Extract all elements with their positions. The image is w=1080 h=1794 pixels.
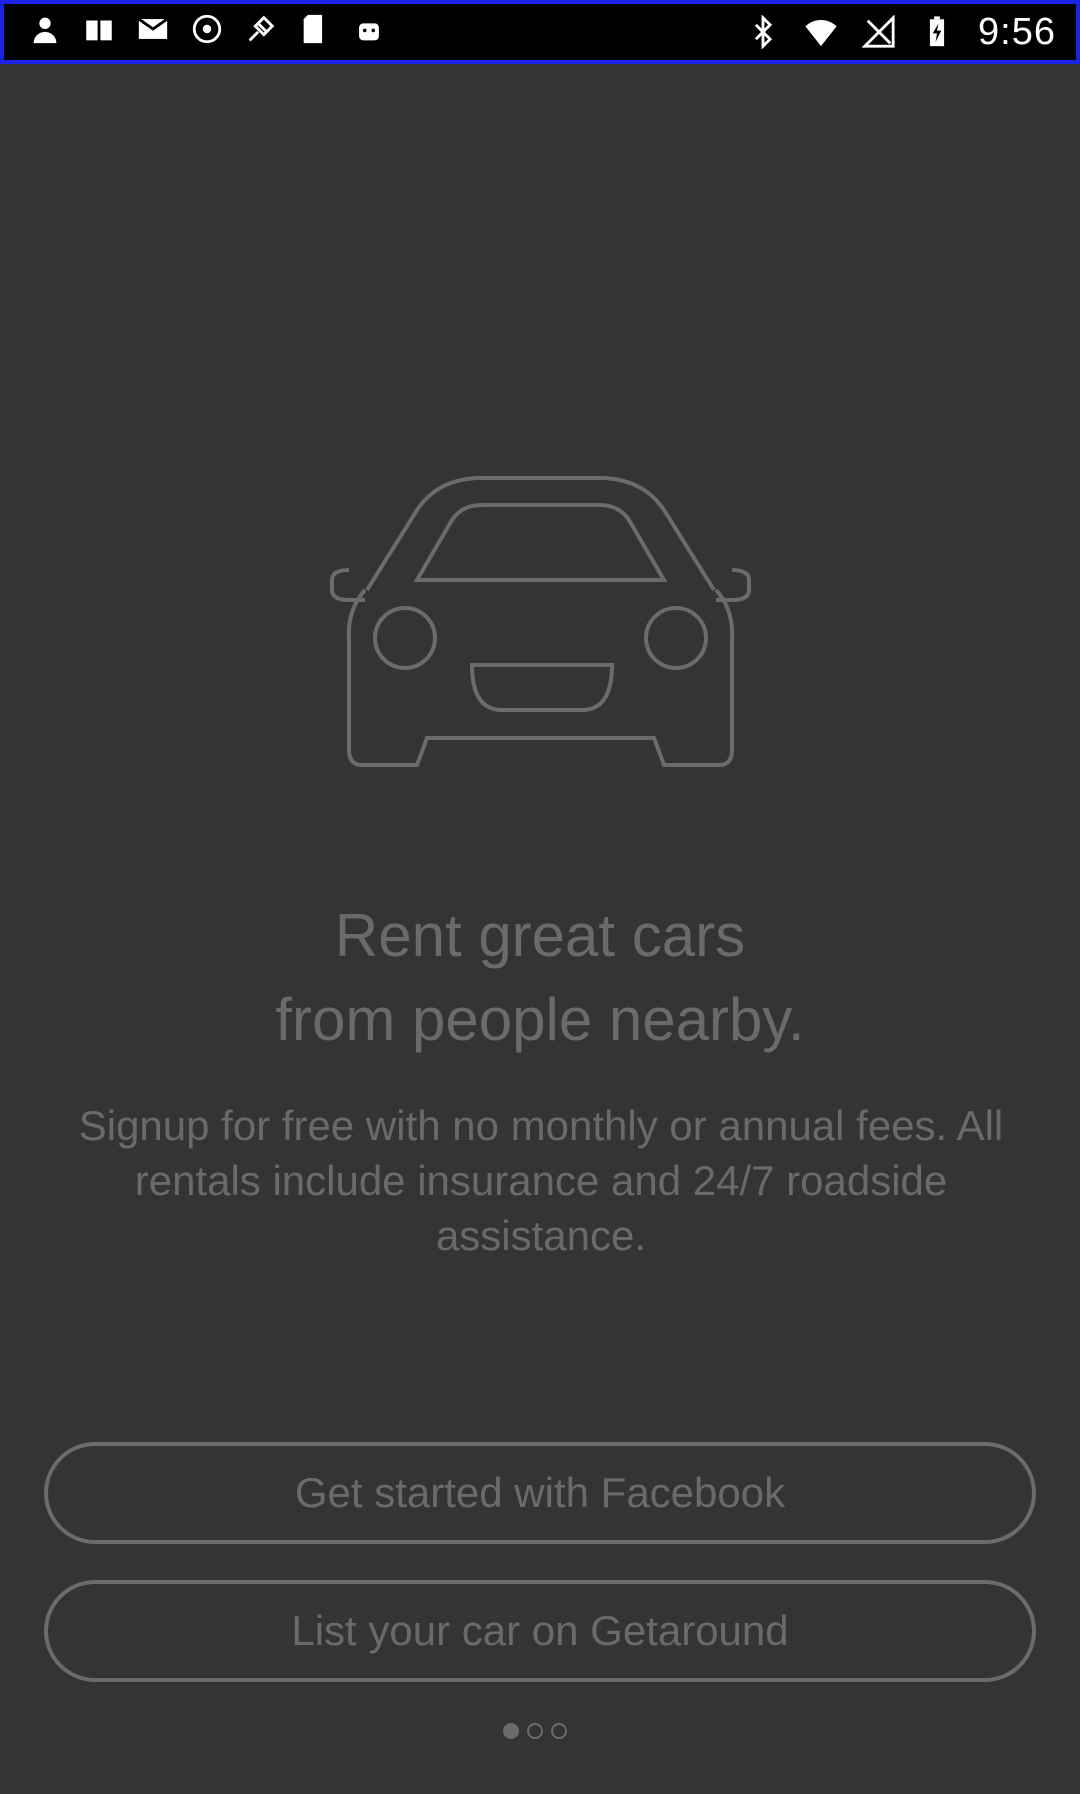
bluetooth-icon (754, 15, 773, 49)
battery-charging-icon (929, 16, 945, 47)
list-car-button[interactable]: List your car on Getaround (44, 1580, 1036, 1682)
no-signal-icon (862, 15, 895, 48)
headline-line-1: Rent great cars (334, 902, 746, 969)
page-dot-1[interactable] (503, 1723, 519, 1739)
satellite-icon (248, 15, 275, 42)
description-text: Signup for free with no monthly or annua… (78, 1102, 1004, 1259)
status-left-icons (28, 12, 386, 46)
page-indicator[interactable] (503, 1723, 567, 1739)
list-car-label: List your car on Getaround (291, 1607, 789, 1654)
facebook-signup-label: Get started with Facebook (294, 1469, 786, 1516)
sd-card-icon (303, 14, 323, 44)
notification-app-icon (86, 20, 112, 41)
status-right-icons: 9:56 (746, 6, 1056, 58)
mail-icon (138, 17, 168, 39)
clock: 9:56 (978, 10, 1056, 53)
car-icon (330, 476, 751, 767)
notification-person-icon (33, 17, 57, 44)
page-dot-2[interactable] (527, 1723, 543, 1739)
wifi-icon (805, 19, 837, 47)
facebook-signup-button[interactable]: Get started with Facebook (44, 1442, 1036, 1544)
record-icon (192, 14, 222, 44)
page-dot-3[interactable] (551, 1723, 567, 1739)
headline-line-2: from people nearby. (275, 986, 805, 1053)
android-icon (359, 23, 379, 41)
status-bar: 9:56 (0, 0, 1080, 64)
